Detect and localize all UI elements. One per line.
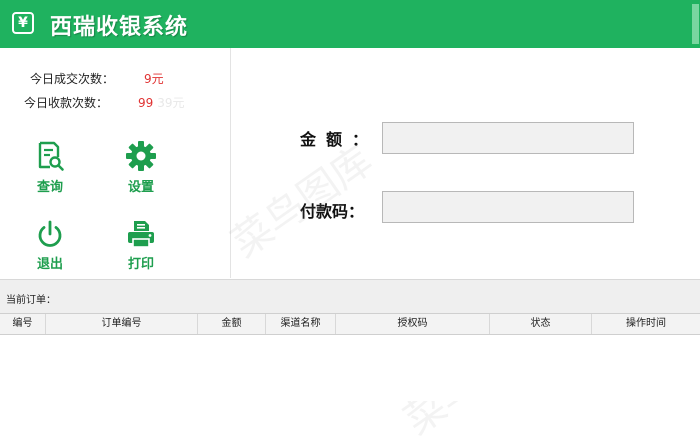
header-bar: ¥ 西瑞收银系统 — [0, 0, 700, 48]
settings-label: 设置 — [127, 180, 154, 195]
query-label: 查询 — [36, 180, 63, 195]
gear-icon — [126, 141, 156, 171]
settings-button[interactable]: 设置 — [111, 140, 171, 195]
orders-table-header: 编号 订单编号 金额 渠道名称 授权码 状态 操作时间 — [0, 313, 700, 335]
column-header-id[interactable]: 编号 — [0, 314, 46, 334]
payment-code-label: 付款码： — [300, 202, 365, 221]
column-header-order-number[interactable]: 订单编号 — [46, 314, 198, 334]
column-header-amount[interactable]: 金额 — [198, 314, 266, 334]
orders-table-body — [0, 335, 700, 401]
power-icon — [38, 220, 62, 247]
print-label: 打印 — [127, 257, 154, 272]
exit-button[interactable]: 退出 — [20, 219, 80, 272]
stat-value-faint: 39元 — [157, 96, 185, 110]
query-button[interactable]: 查询 — [20, 140, 80, 195]
stat-today-transactions: 今日成交次数： 9元 — [30, 70, 164, 87]
amount-input[interactable] — [382, 122, 634, 154]
stat-value: 99 — [138, 96, 154, 110]
amount-label: 金额： — [300, 130, 379, 149]
column-header-status[interactable]: 状态 — [490, 314, 592, 334]
app-title: 西瑞收银系统 — [50, 15, 189, 40]
stat-label: 今日收款次数： — [24, 96, 109, 110]
payment-code-input[interactable] — [382, 191, 634, 223]
stat-today-collections: 今日收款次数： 99 39元 — [24, 94, 185, 111]
print-button[interactable]: 打印 — [111, 219, 171, 272]
column-header-time[interactable]: 操作时间 — [592, 314, 700, 334]
printer-icon — [128, 221, 154, 248]
column-header-auth-code[interactable]: 授权码 — [336, 314, 490, 334]
stat-value: 9元 — [144, 72, 164, 86]
yuan-logo-icon: ¥ — [12, 12, 34, 34]
left-panel: 今日成交次数： 9元 今日收款次数： 99 39元 查询 设置 退出 打印 — [0, 48, 231, 278]
current-orders-title: 当前订单： — [6, 295, 56, 306]
header-edge-accent — [692, 4, 699, 44]
document-search-icon — [38, 141, 64, 171]
exit-label: 退出 — [36, 257, 63, 272]
stat-label: 今日成交次数： — [30, 72, 115, 86]
current-orders-bar: 当前订单： — [0, 279, 700, 314]
column-header-channel[interactable]: 渠道名称 — [266, 314, 336, 334]
